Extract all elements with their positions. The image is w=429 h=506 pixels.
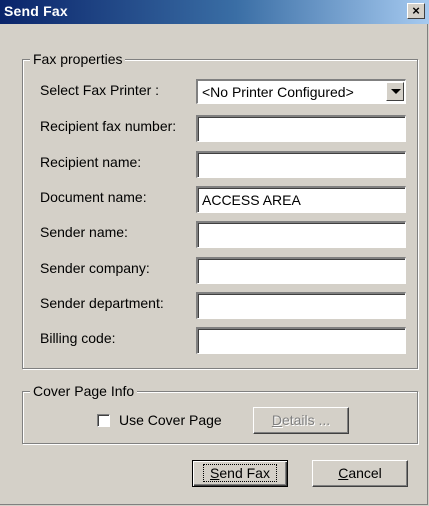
recipient-fax-input[interactable] bbox=[196, 115, 406, 142]
fax-printer-select[interactable]: <No Printer Configured> bbox=[196, 79, 406, 104]
sender-name-label: Sender name: bbox=[40, 224, 128, 240]
window-title: Send Fax bbox=[4, 3, 68, 19]
cancel-label: ancel bbox=[348, 465, 382, 481]
title-bar[interactable]: Send Fax × bbox=[0, 0, 429, 24]
document-name-input[interactable] bbox=[196, 186, 406, 213]
sender-department-input[interactable] bbox=[196, 292, 406, 319]
billing-code-input[interactable] bbox=[196, 327, 406, 354]
sender-company-input[interactable] bbox=[196, 257, 406, 284]
sender-department-label: Sender department: bbox=[40, 295, 164, 311]
fax-properties-legend: Fax properties bbox=[30, 51, 126, 67]
recipient-name-input[interactable] bbox=[196, 151, 406, 178]
cover-page-legend: Cover Page Info bbox=[30, 383, 138, 399]
printer-label: Select Fax Printer : bbox=[40, 82, 160, 98]
send-fax-focus: Send Fax bbox=[203, 464, 277, 482]
details-mnemonic: D bbox=[271, 412, 282, 428]
fax-printer-value: <No Printer Configured> bbox=[202, 84, 354, 100]
details-button[interactable]: Details ... bbox=[253, 407, 349, 434]
use-cover-page-label[interactable]: Use Cover Page bbox=[119, 412, 222, 428]
close-icon: × bbox=[412, 3, 420, 18]
use-cover-page-checkbox[interactable] bbox=[97, 414, 110, 427]
cancel-button[interactable]: Cancel bbox=[312, 460, 408, 487]
fax-properties-group: Fax properties bbox=[22, 51, 418, 369]
sender-name-input[interactable] bbox=[196, 221, 406, 248]
recipient-fax-label: Recipient fax number: bbox=[40, 118, 177, 134]
chevron-down-icon[interactable] bbox=[386, 82, 404, 101]
sender-company-label: Sender company: bbox=[40, 260, 150, 276]
send-fax-button[interactable]: Send Fax bbox=[192, 460, 288, 487]
billing-code-label: Billing code: bbox=[40, 330, 116, 346]
details-label: etails ... bbox=[281, 412, 331, 428]
close-button[interactable]: × bbox=[407, 3, 425, 19]
send-fax-label: end Fax bbox=[219, 465, 270, 481]
send-mnemonic: S bbox=[210, 465, 220, 481]
recipient-name-label: Recipient name: bbox=[40, 154, 142, 170]
cancel-mnemonic: C bbox=[338, 465, 349, 481]
document-name-label: Document name: bbox=[40, 189, 147, 205]
